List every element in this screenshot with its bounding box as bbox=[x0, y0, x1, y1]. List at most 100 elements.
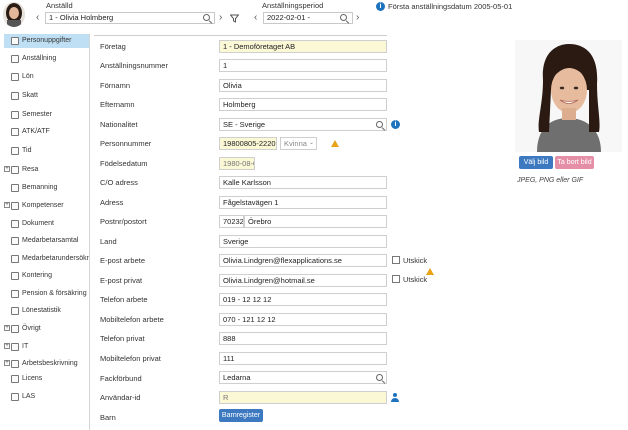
sidebar-item[interactable]: ATK/ATF bbox=[4, 125, 89, 139]
epost-privat-field[interactable]: Olivia.Lindgren@hotmail.se bbox=[219, 274, 387, 287]
expand-icon[interactable]: + bbox=[4, 325, 10, 331]
barn-label: Barn bbox=[100, 413, 116, 422]
first-employment-date: Första anställningsdatum 2005-05-01 bbox=[388, 2, 513, 11]
sidebar-item-label: LAS bbox=[22, 393, 36, 400]
telefon-arbete-label: Telefon arbete bbox=[100, 295, 148, 304]
fornamn-label: Förnamn bbox=[100, 81, 131, 90]
sidebar-item-label: Arbetsbeskrivning bbox=[22, 360, 78, 367]
employee-label: Anställd bbox=[46, 1, 73, 10]
sidebar-item-label: Bemanning bbox=[22, 184, 58, 191]
sidebar-item[interactable]: Semester bbox=[4, 108, 89, 122]
sidebar-item[interactable]: Lön bbox=[4, 70, 89, 84]
sidebar-item[interactable]: Kontering bbox=[4, 269, 89, 283]
sidebar-item[interactable]: Pension & försäkring bbox=[4, 287, 89, 301]
fackforbund-search-icon[interactable] bbox=[376, 374, 383, 381]
land-field[interactable]: Sverige bbox=[219, 235, 387, 248]
postnr-field[interactable]: 70232 bbox=[219, 215, 244, 228]
co-adress-field[interactable]: Kalle Karlsson bbox=[219, 176, 387, 189]
page-icon bbox=[11, 184, 19, 192]
expand-icon[interactable]: + bbox=[4, 360, 10, 366]
sidebar-item-label: Kompetenser bbox=[22, 202, 64, 209]
efternamn-field[interactable]: Holmberg bbox=[219, 98, 387, 111]
mobil-privat-field[interactable]: 111 bbox=[219, 352, 387, 365]
expand-icon[interactable]: + bbox=[4, 343, 10, 349]
sidebar-item[interactable]: Medarbetarundersökning bbox=[4, 252, 89, 266]
sidebar-item[interactable]: Lönestatistik bbox=[4, 304, 89, 318]
expand-icon[interactable]: + bbox=[4, 202, 10, 208]
foretag-field[interactable]: 1 - Demoföretaget AB bbox=[219, 40, 387, 53]
nationalitet-search-icon[interactable] bbox=[376, 121, 383, 128]
sidebar-item[interactable]: Medarbetarsamtal bbox=[4, 234, 89, 248]
gender-select[interactable]: Kvinna ⌄ bbox=[280, 137, 317, 150]
image-format-hint: JPEG, PNG eller GIF bbox=[517, 177, 584, 184]
barnregister-button[interactable]: Barnregister bbox=[219, 409, 263, 422]
page-icon bbox=[11, 393, 19, 401]
sidebar-item-label: IT bbox=[22, 343, 29, 350]
fackforbund-field[interactable]: Ledarna bbox=[219, 371, 387, 384]
sidebar-item[interactable]: + Resa bbox=[4, 163, 89, 177]
anstallningsnummer-field[interactable]: 1 bbox=[219, 59, 387, 72]
sidebar-item-label: Semester bbox=[22, 111, 52, 118]
page-icon bbox=[11, 290, 19, 298]
next-employee-arrow[interactable]: › bbox=[219, 12, 222, 24]
epost-privat-label: E-post privat bbox=[100, 276, 143, 285]
mobil-arbete-field[interactable]: 070 - 121 12 12 bbox=[219, 313, 387, 326]
utskick-arbete-checkbox[interactable] bbox=[392, 256, 400, 264]
chevron-down-icon: ⌄ bbox=[308, 140, 314, 146]
next-period-arrow[interactable]: › bbox=[356, 12, 359, 24]
mobil-arbete-label: Mobiltelefon arbete bbox=[100, 315, 164, 324]
utskick-privat-checkbox[interactable] bbox=[392, 275, 400, 283]
nationalitet-info-icon[interactable]: i bbox=[391, 120, 400, 129]
epost-arbete-field[interactable]: Olivia.Lindgren@flexapplications.se bbox=[219, 254, 387, 267]
utskick-arbete-label: Utskick bbox=[403, 256, 428, 265]
expand-icon[interactable]: + bbox=[4, 166, 10, 172]
anstallningsnummer-label: Anställningsnummer bbox=[100, 61, 168, 70]
efternamn-label: Efternamn bbox=[100, 100, 135, 109]
page-icon bbox=[11, 343, 19, 351]
telefon-privat-field[interactable]: 888 bbox=[219, 332, 387, 345]
filter-icon[interactable] bbox=[229, 14, 240, 25]
sidebar-item[interactable]: Personuppgifter bbox=[4, 34, 89, 48]
adress-field[interactable]: Fågelstavägen 1 bbox=[219, 196, 387, 209]
search-icon[interactable] bbox=[203, 14, 210, 21]
employee-select[interactable]: 1 - Olivia Holmberg bbox=[45, 12, 215, 24]
avatar bbox=[3, 2, 25, 27]
period-label: Anställningsperiod bbox=[262, 1, 324, 10]
sidebar-item-label: Lön bbox=[22, 73, 34, 80]
fornamn-field[interactable]: Olivia bbox=[219, 79, 387, 92]
sidebar-item-label: Resa bbox=[22, 166, 39, 173]
sidebar-item[interactable]: + Kompetenser bbox=[4, 199, 89, 213]
user-icon[interactable] bbox=[391, 393, 399, 402]
fodelsedatum-field[interactable]: 1980-08-05 bbox=[219, 157, 255, 170]
sidebar-item[interactable]: Anställning bbox=[4, 52, 89, 66]
sidebar-item[interactable]: + Övrigt bbox=[4, 322, 89, 336]
sidebar-item[interactable]: Licens bbox=[4, 372, 89, 386]
sidebar-item[interactable]: Skatt bbox=[4, 89, 89, 103]
period-search-icon[interactable] bbox=[340, 14, 347, 21]
nationalitet-field[interactable]: SE - Sverige bbox=[219, 118, 387, 131]
sidebar-item-label: Anställning bbox=[22, 55, 57, 62]
postnr-label: Postnr/postort bbox=[100, 217, 147, 226]
remove-image-button[interactable]: Ta bort bild bbox=[555, 156, 594, 169]
prev-period-arrow[interactable]: ‹ bbox=[254, 12, 257, 24]
personnummer-label: Personnummer bbox=[100, 139, 152, 148]
page-icon bbox=[11, 73, 19, 81]
page-icon bbox=[11, 220, 19, 228]
mobil-privat-label: Mobiltelefon privat bbox=[100, 354, 161, 363]
postort-field[interactable]: Örebro bbox=[244, 215, 387, 228]
sidebar-item[interactable]: Bemanning bbox=[4, 181, 89, 195]
sidebar-item[interactable]: LAS bbox=[4, 390, 89, 404]
page-icon bbox=[11, 360, 19, 368]
epost-warning-icon bbox=[426, 268, 434, 275]
sidebar-item[interactable]: Tid bbox=[4, 144, 89, 158]
adress-label: Adress bbox=[100, 198, 124, 207]
sidebar-item[interactable]: + IT bbox=[4, 340, 89, 354]
sidebar-item[interactable]: + Arbetsbeskrivning bbox=[4, 357, 89, 371]
prev-employee-arrow[interactable]: ‹ bbox=[36, 12, 39, 24]
sidebar-item[interactable]: Dokument bbox=[4, 217, 89, 231]
personnummer-field[interactable]: 19800805-2220 bbox=[219, 137, 277, 150]
anvandar-id-field[interactable]: R bbox=[219, 391, 387, 404]
choose-image-button[interactable]: Välj bild bbox=[519, 156, 553, 169]
sidebar-item-label: Licens bbox=[22, 375, 43, 382]
telefon-arbete-field[interactable]: 019 - 12 12 12 bbox=[219, 293, 387, 306]
